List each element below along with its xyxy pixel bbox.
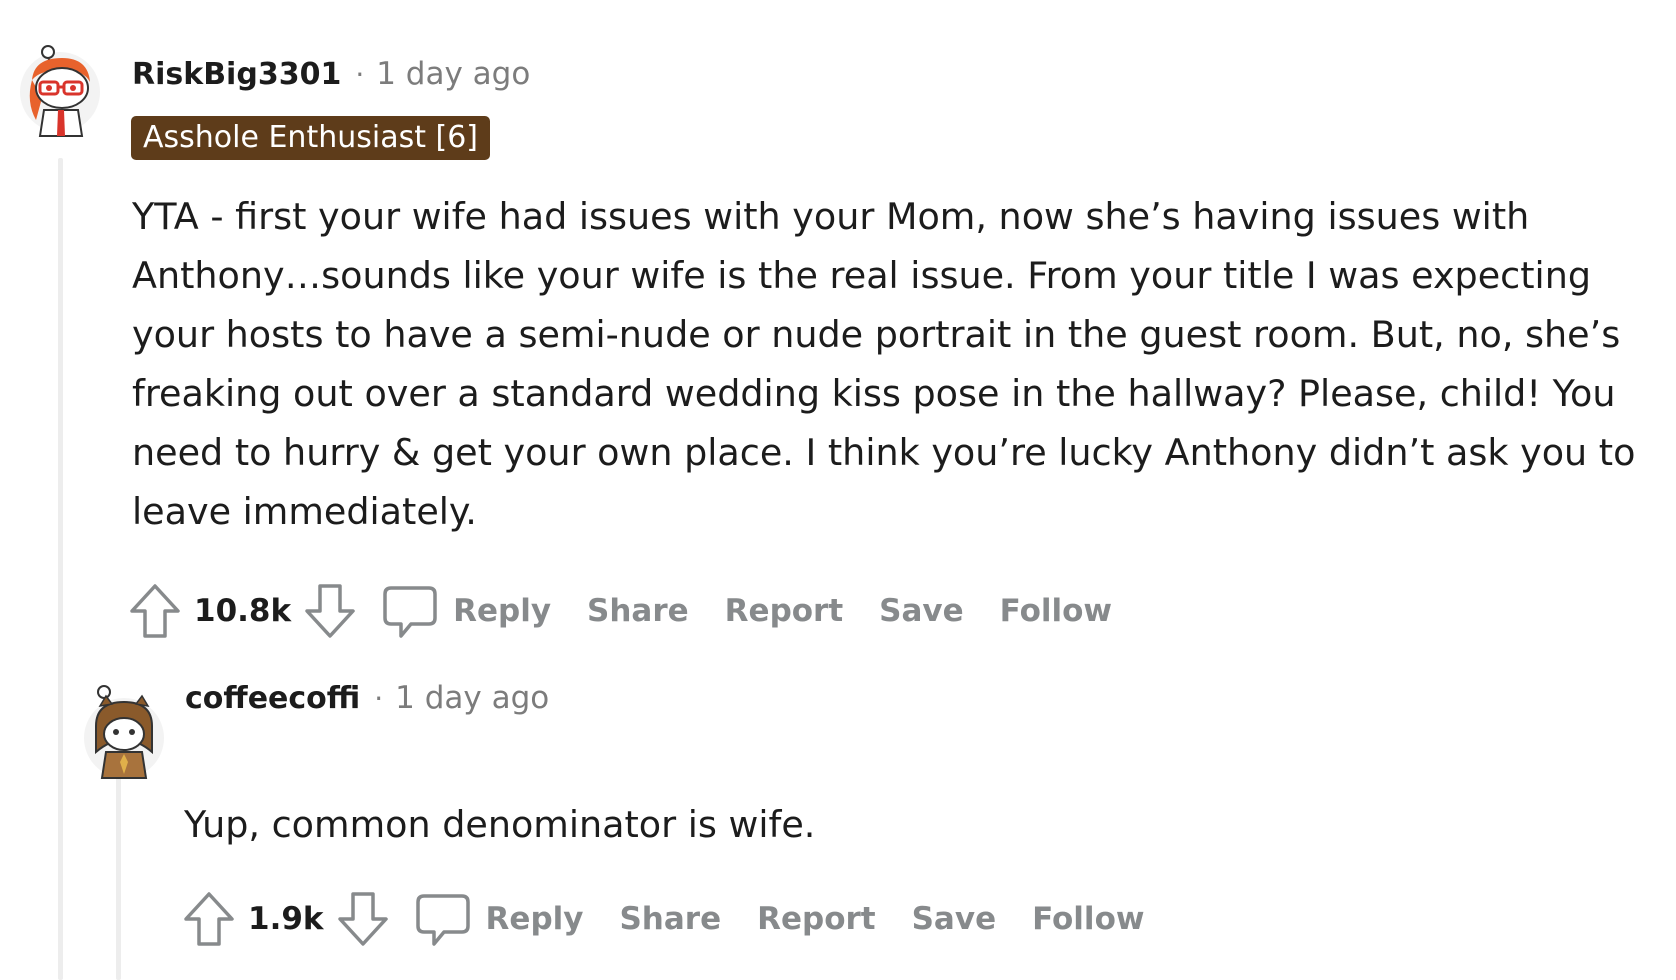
vote-score: 10.8k [194, 593, 292, 629]
reply-button[interactable]: Reply [453, 593, 551, 629]
comment-meta: coffeecoffi · 1 day ago [185, 680, 549, 716]
comment-body: YTA - first your wife had issues with yo… [132, 195, 1636, 533]
username[interactable]: coffeecoffi [185, 681, 360, 716]
thread-line-1[interactable] [58, 158, 63, 980]
vote-score: 1.9k [248, 901, 324, 937]
user-avatar[interactable] [18, 40, 102, 140]
reply-icon[interactable] [414, 890, 472, 948]
report-button[interactable]: Report [757, 901, 876, 937]
save-button[interactable]: Save [879, 593, 963, 629]
upvote-icon[interactable] [182, 890, 236, 948]
username[interactable]: RiskBig3301 [132, 57, 341, 92]
reply-icon[interactable] [381, 582, 439, 640]
comment-actions: 1.9k Reply Share Report Save Follow [182, 890, 1145, 948]
share-button[interactable]: Share [587, 593, 689, 629]
follow-button[interactable]: Follow [1032, 901, 1144, 937]
follow-button[interactable]: Follow [1000, 593, 1112, 629]
upvote-icon[interactable] [128, 582, 182, 640]
share-button[interactable]: Share [619, 901, 721, 937]
meta-separator: · [355, 58, 365, 91]
comment-meta: RiskBig3301 · 1 day ago [132, 56, 530, 92]
user-avatar[interactable] [82, 682, 166, 782]
reply-button[interactable]: Reply [486, 901, 584, 937]
comment-actions: 10.8k Reply Share Report Save Follow [128, 582, 1112, 640]
comment-body: Yup, common denominator is wife. [184, 803, 816, 846]
user-flair: Asshole Enthusiast [6] [131, 116, 491, 160]
thread-line-2[interactable] [116, 760, 121, 980]
timestamp[interactable]: 1 day ago [395, 680, 549, 716]
report-button[interactable]: Report [725, 593, 844, 629]
downvote-icon[interactable] [336, 890, 390, 948]
downvote-icon[interactable] [303, 582, 357, 640]
meta-separator: · [374, 682, 384, 715]
save-button[interactable]: Save [912, 901, 996, 937]
timestamp[interactable]: 1 day ago [376, 56, 530, 92]
